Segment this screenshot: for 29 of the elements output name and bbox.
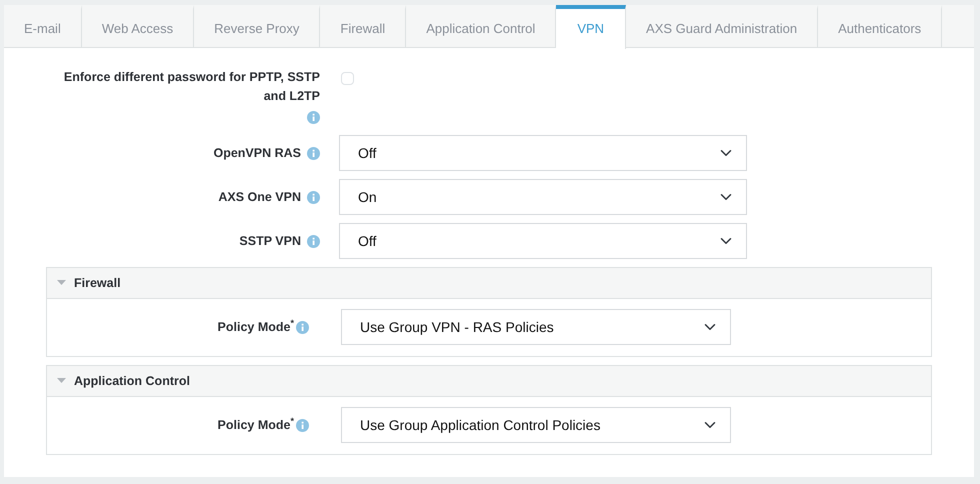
section-header[interactable]: Firewall	[47, 268, 931, 299]
info-icon	[307, 234, 320, 248]
info-icon	[307, 146, 320, 160]
section-title: Firewall	[74, 274, 121, 292]
tab[interactable]: Firewall	[320, 5, 406, 48]
dropdown[interactable]: Off	[339, 223, 747, 259]
checkbox[interactable]	[341, 72, 354, 85]
dropdown[interactable]: Off	[339, 135, 747, 171]
info-icon	[296, 418, 309, 432]
info-icon	[307, 111, 320, 124]
field-label: Enforce different password for PPTP, SSTP and L2TP	[62, 69, 320, 105]
tab[interactable]: Web Access	[82, 5, 194, 48]
dropdown[interactable]: Use Group VPN - RAS Policies	[341, 309, 731, 345]
field-label: AXS One VPN	[218, 188, 301, 206]
info-icon	[307, 190, 320, 204]
info-icon	[296, 320, 309, 334]
section-title: Application Control	[74, 372, 190, 390]
dropdown[interactable]: On	[339, 179, 747, 215]
tab[interactable]: AXS Guard Administration	[626, 5, 818, 48]
field-label: SSTP VPN	[239, 232, 301, 250]
field-label: Policy Mode$^{*}$	[218, 318, 294, 336]
field-label: OpenVPN RAS	[213, 144, 301, 162]
tab[interactable]: E-mail	[4, 5, 82, 48]
field-label: Policy Mode$^{*}$	[218, 416, 294, 434]
tab[interactable]: VPN	[556, 5, 626, 49]
tab[interactable]: Authenticators	[818, 5, 942, 48]
tab[interactable]: Reverse Proxy	[194, 5, 320, 48]
dropdown[interactable]: Use Group Application Control Policies	[341, 407, 731, 443]
section-header[interactable]: Application Control	[47, 366, 931, 397]
